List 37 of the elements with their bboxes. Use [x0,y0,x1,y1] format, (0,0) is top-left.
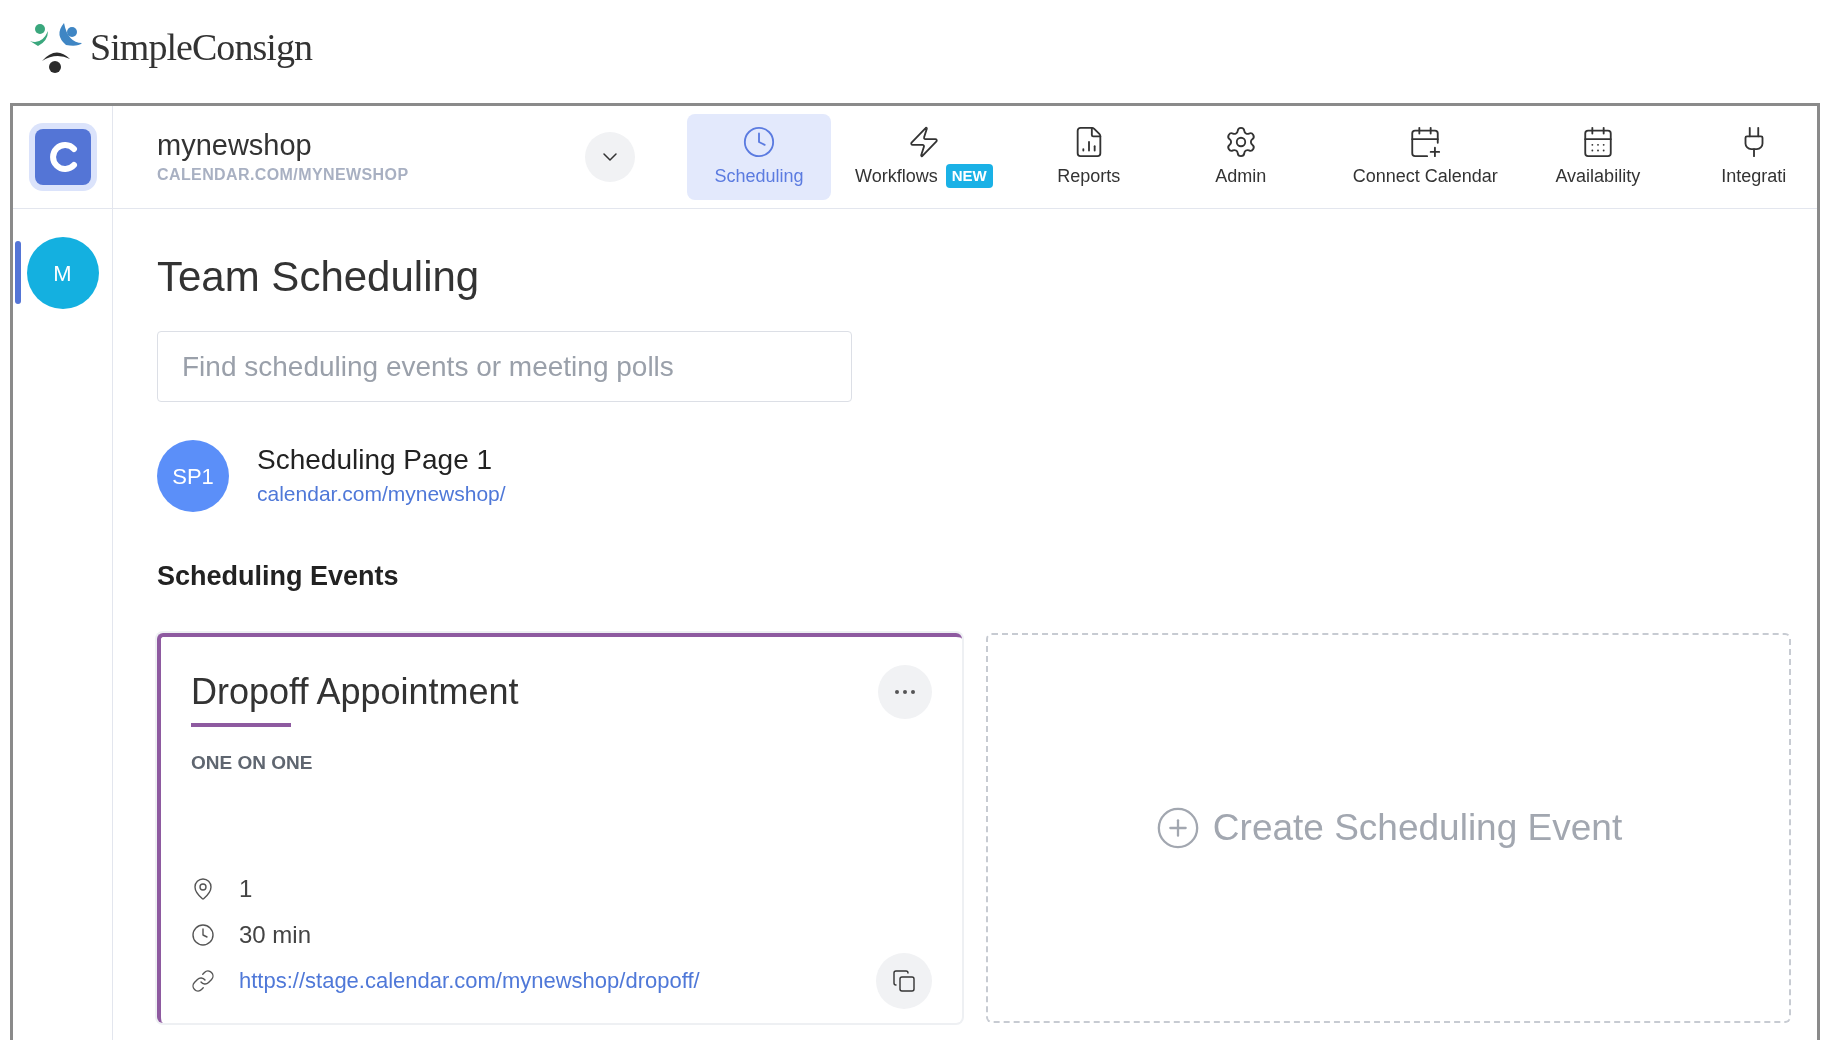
calendar-plus-icon [1408,124,1443,159]
brand-name: SimpleConsign [90,25,312,70]
page-avatar: SP1 [157,440,229,512]
event-type: ONE ON ONE [191,750,314,775]
tab-label: Integrati [1721,164,1787,188]
event-title: Dropoff Appointment [191,669,519,714]
event-detail: 1 [239,873,253,904]
tab-label: Workflows [855,164,938,188]
page-title: Team Scheduling [157,252,481,302]
tab-label: Connect Calendar [1352,164,1498,188]
link-icon [191,968,215,993]
account-url: CALENDAR.COM/MYNEWSHOP [157,165,410,185]
tab-label: Availability [1555,164,1641,188]
tab-label: Admin [1215,164,1267,188]
ellipsis-icon [895,689,915,694]
scheduling-page-link[interactable]: calendar.com/mynewshop/ [257,478,506,510]
section-title: Scheduling Events [157,560,400,593]
scheduling-page-title: Scheduling Page 1 [257,443,494,478]
search-field[interactable]: Find scheduling events or meeting polls [157,331,852,402]
nav-tab[interactable]: Reports [1016,114,1161,200]
event-link[interactable]: https://stage.calendar.com/mynewshop/dropoff/ [239,964,876,997]
new-badge: NEW [945,164,993,188]
c-logo-icon [47,141,78,173]
event-card[interactable]: Dropoff Appointment ONE ON ONE 1 30 min https://stage.calendar.com/mynewshop/dropoff/ [157,632,962,1023]
nav-tab[interactable]: Availability [1525,114,1670,200]
clock-icon [742,124,776,159]
nav-tab[interactable]: Connect Calendar [1336,114,1514,200]
tab-label: Scheduling [714,164,804,188]
event-detail: 30 min [239,919,312,950]
nav-tab[interactable]: Integrati [1681,114,1817,200]
nav-tab[interactable]: Admin [1168,114,1313,200]
account-name: mynewshop [157,128,313,163]
location-pin-icon [191,876,215,901]
tab-label: Reports [1057,164,1121,188]
clock-icon [191,922,215,947]
copy-icon [892,968,916,993]
nav-tab[interactable]: Workflows NEW [839,114,1009,200]
